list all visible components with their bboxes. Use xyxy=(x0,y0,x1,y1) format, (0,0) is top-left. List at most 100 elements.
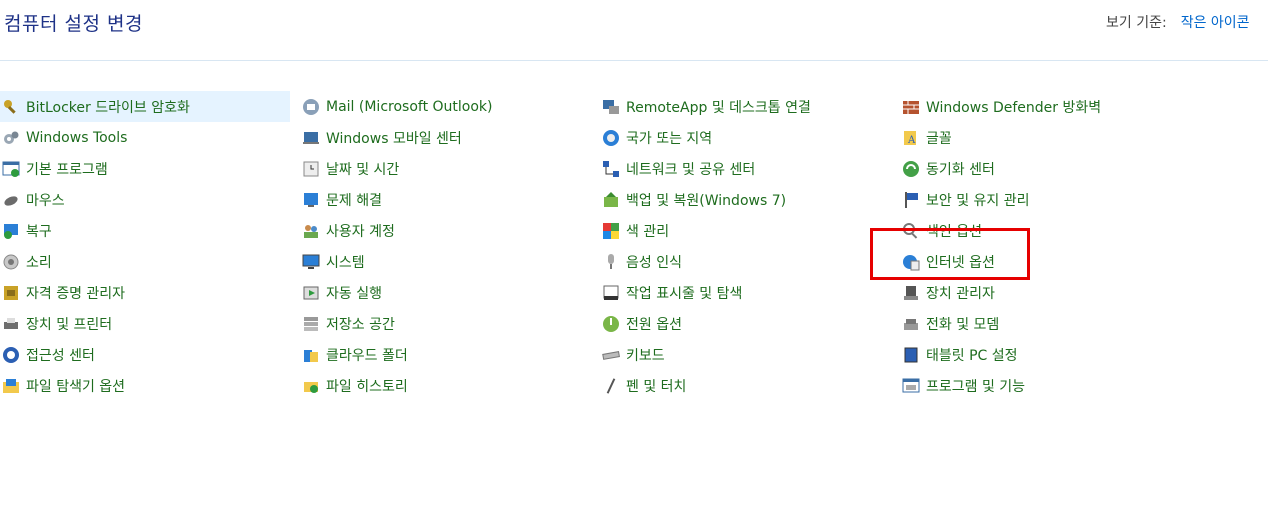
control-panel-item-label: 키보드 xyxy=(626,347,665,364)
control-panel-item[interactable]: 날짜 및 시간 xyxy=(300,153,590,184)
control-panel-item[interactable]: 장치 관리자 xyxy=(900,277,1190,308)
control-panel-item[interactable]: 네트워크 및 공유 센터 xyxy=(600,153,890,184)
control-panel-item[interactable]: 펜 및 터치 xyxy=(600,370,890,401)
control-panel-item-label: 소리 xyxy=(26,254,52,271)
taskbar-icon xyxy=(602,284,620,302)
control-panel-item[interactable]: A 글꼴 xyxy=(900,122,1190,153)
control-panel-item[interactable]: 자격 증명 관리자 xyxy=(0,277,290,308)
firewall-icon xyxy=(902,98,920,116)
svg-text:A: A xyxy=(907,135,916,146)
control-panel-item[interactable]: 자동 실행 xyxy=(300,277,590,308)
control-panel-item[interactable]: 장치 및 프린터 xyxy=(0,308,290,339)
control-panel-item[interactable]: 국가 또는 지역 xyxy=(600,122,890,153)
color-management-icon xyxy=(602,222,620,240)
view-by-dropdown[interactable]: 작은 아이콘 xyxy=(1181,12,1250,32)
users-icon xyxy=(302,222,320,240)
control-panel-item-label: 장치 관리자 xyxy=(926,285,995,302)
control-panel-item-label: Windows Tools xyxy=(26,129,128,146)
control-panel-item[interactable]: 색 관리 xyxy=(600,215,890,246)
control-panel-item-label: 음성 인식 xyxy=(626,254,682,271)
credential-vault-icon xyxy=(2,284,20,302)
bitlocker-key-icon xyxy=(2,98,20,116)
microphone-icon xyxy=(602,253,620,271)
control-panel-item[interactable]: 백업 및 복원(Windows 7) xyxy=(600,184,890,215)
control-panel-item-label: 색 관리 xyxy=(626,223,670,240)
speaker-icon xyxy=(2,253,20,271)
control-panel-item[interactable]: 마우스 xyxy=(0,184,290,215)
control-panel-item-label: 국가 또는 지역 xyxy=(626,130,713,147)
control-panel-item[interactable]: 음성 인식 xyxy=(600,246,890,277)
control-panel-item[interactable]: 태블릿 PC 설정 xyxy=(900,339,1190,370)
control-panel-item-label: BitLocker 드라이브 암호화 xyxy=(26,99,190,116)
control-panel-item[interactable]: 작업 표시줄 및 탐색 xyxy=(600,277,890,308)
control-panel-item-label: 자동 실행 xyxy=(326,285,382,302)
header-divider xyxy=(0,60,1268,61)
control-panel-item[interactable]: 보안 및 유지 관리 xyxy=(900,184,1190,215)
control-panel-item[interactable]: 시스템 xyxy=(300,246,590,277)
control-panel-item-label: Windows Defender 방화벽 xyxy=(926,99,1102,116)
control-panel-item[interactable]: 복구 xyxy=(0,215,290,246)
control-panel-item-label: 보안 및 유지 관리 xyxy=(926,192,1030,209)
globe-clock-icon xyxy=(602,129,620,147)
network-icon xyxy=(602,160,620,178)
programs-icon xyxy=(902,377,920,395)
control-panel-item[interactable]: RemoteApp 및 데스크톱 연결 xyxy=(600,91,890,122)
troubleshoot-icon xyxy=(302,191,320,209)
power-icon xyxy=(602,315,620,333)
items-column-3: RemoteApp 및 데스크톱 연결국가 또는 지역네트워크 및 공유 센터백… xyxy=(600,91,890,401)
control-panel-item[interactable]: 소리 xyxy=(0,246,290,277)
control-panel-item-label: 문제 해결 xyxy=(326,192,382,209)
control-panel-item-label: 전원 옵션 xyxy=(626,316,682,333)
control-panel-item[interactable]: BitLocker 드라이브 암호화 xyxy=(0,91,290,122)
control-panel-item-label: 시스템 xyxy=(326,254,365,271)
control-panel-item-label: 사용자 계정 xyxy=(326,223,395,240)
control-panel-item-label: 백업 및 복원(Windows 7) xyxy=(626,192,787,209)
control-panel-item[interactable]: Windows 모바일 센터 xyxy=(300,122,590,153)
control-panel-item-label: 복구 xyxy=(26,223,52,240)
accessibility-icon xyxy=(2,346,20,364)
control-panel-item[interactable]: 접근성 센터 xyxy=(0,339,290,370)
control-panel-item[interactable]: Mail (Microsoft Outlook) xyxy=(300,91,590,122)
control-panel-item-label: 자격 증명 관리자 xyxy=(26,285,126,302)
control-panel-item-label: RemoteApp 및 데스크톱 연결 xyxy=(626,99,811,116)
control-panel-item[interactable]: 전원 옵션 xyxy=(600,308,890,339)
control-panel-item[interactable]: 전화 및 모뎀 xyxy=(900,308,1190,339)
gears-icon xyxy=(2,129,20,147)
folder-options-icon xyxy=(2,377,20,395)
control-panel-item[interactable]: 파일 히스토리 xyxy=(300,370,590,401)
control-panel-item-label: 기본 프로그램 xyxy=(26,161,108,178)
phone-modem-icon xyxy=(902,315,920,333)
control-panel-item[interactable]: 파일 탐색기 옵션 xyxy=(0,370,290,401)
device-manager-icon xyxy=(902,284,920,302)
monitor-icon xyxy=(302,253,320,271)
control-panel-item[interactable]: 키보드 xyxy=(600,339,890,370)
storage-icon xyxy=(302,315,320,333)
control-panel-item-label: 클라우드 폴더 xyxy=(326,347,408,364)
printer-icon xyxy=(2,315,20,333)
control-panel-item-label: 날짜 및 시간 xyxy=(326,161,400,178)
control-panel-item[interactable]: 프로그램 및 기능 xyxy=(900,370,1190,401)
control-panel-item[interactable]: 클라우드 폴더 xyxy=(300,339,590,370)
control-panel-item-label: 작업 표시줄 및 탐색 xyxy=(626,285,743,302)
recovery-icon xyxy=(2,222,20,240)
backup-icon xyxy=(602,191,620,209)
items-column-2: Mail (Microsoft Outlook) Windows 모바일 센터날짜… xyxy=(300,91,590,401)
view-by-label: 보기 기준: xyxy=(1106,15,1167,31)
keyboard-icon xyxy=(602,346,620,364)
default-programs-icon xyxy=(2,160,20,178)
control-panel-item[interactable]: 사용자 계정 xyxy=(300,215,590,246)
control-panel-item-label: Windows 모바일 센터 xyxy=(326,130,462,147)
tablet-icon xyxy=(902,346,920,364)
control-panel-item[interactable]: 문제 해결 xyxy=(300,184,590,215)
control-panel-item[interactable]: 동기화 센터 xyxy=(900,153,1190,184)
control-panel-item[interactable]: 기본 프로그램 xyxy=(0,153,290,184)
cloud-folder-icon xyxy=(302,346,320,364)
control-panel-item[interactable]: 저장소 공간 xyxy=(300,308,590,339)
autoplay-icon xyxy=(302,284,320,302)
control-panel-item-label: 전화 및 모뎀 xyxy=(926,316,1000,333)
control-panel-item-label: 마우스 xyxy=(26,192,65,209)
control-panel-item[interactable]: Windows Defender 방화벽 xyxy=(900,91,1190,122)
control-panel-item[interactable]: Windows Tools xyxy=(0,122,290,153)
fonts-icon: A xyxy=(902,129,920,147)
control-panel-item-label: 동기화 센터 xyxy=(926,161,995,178)
